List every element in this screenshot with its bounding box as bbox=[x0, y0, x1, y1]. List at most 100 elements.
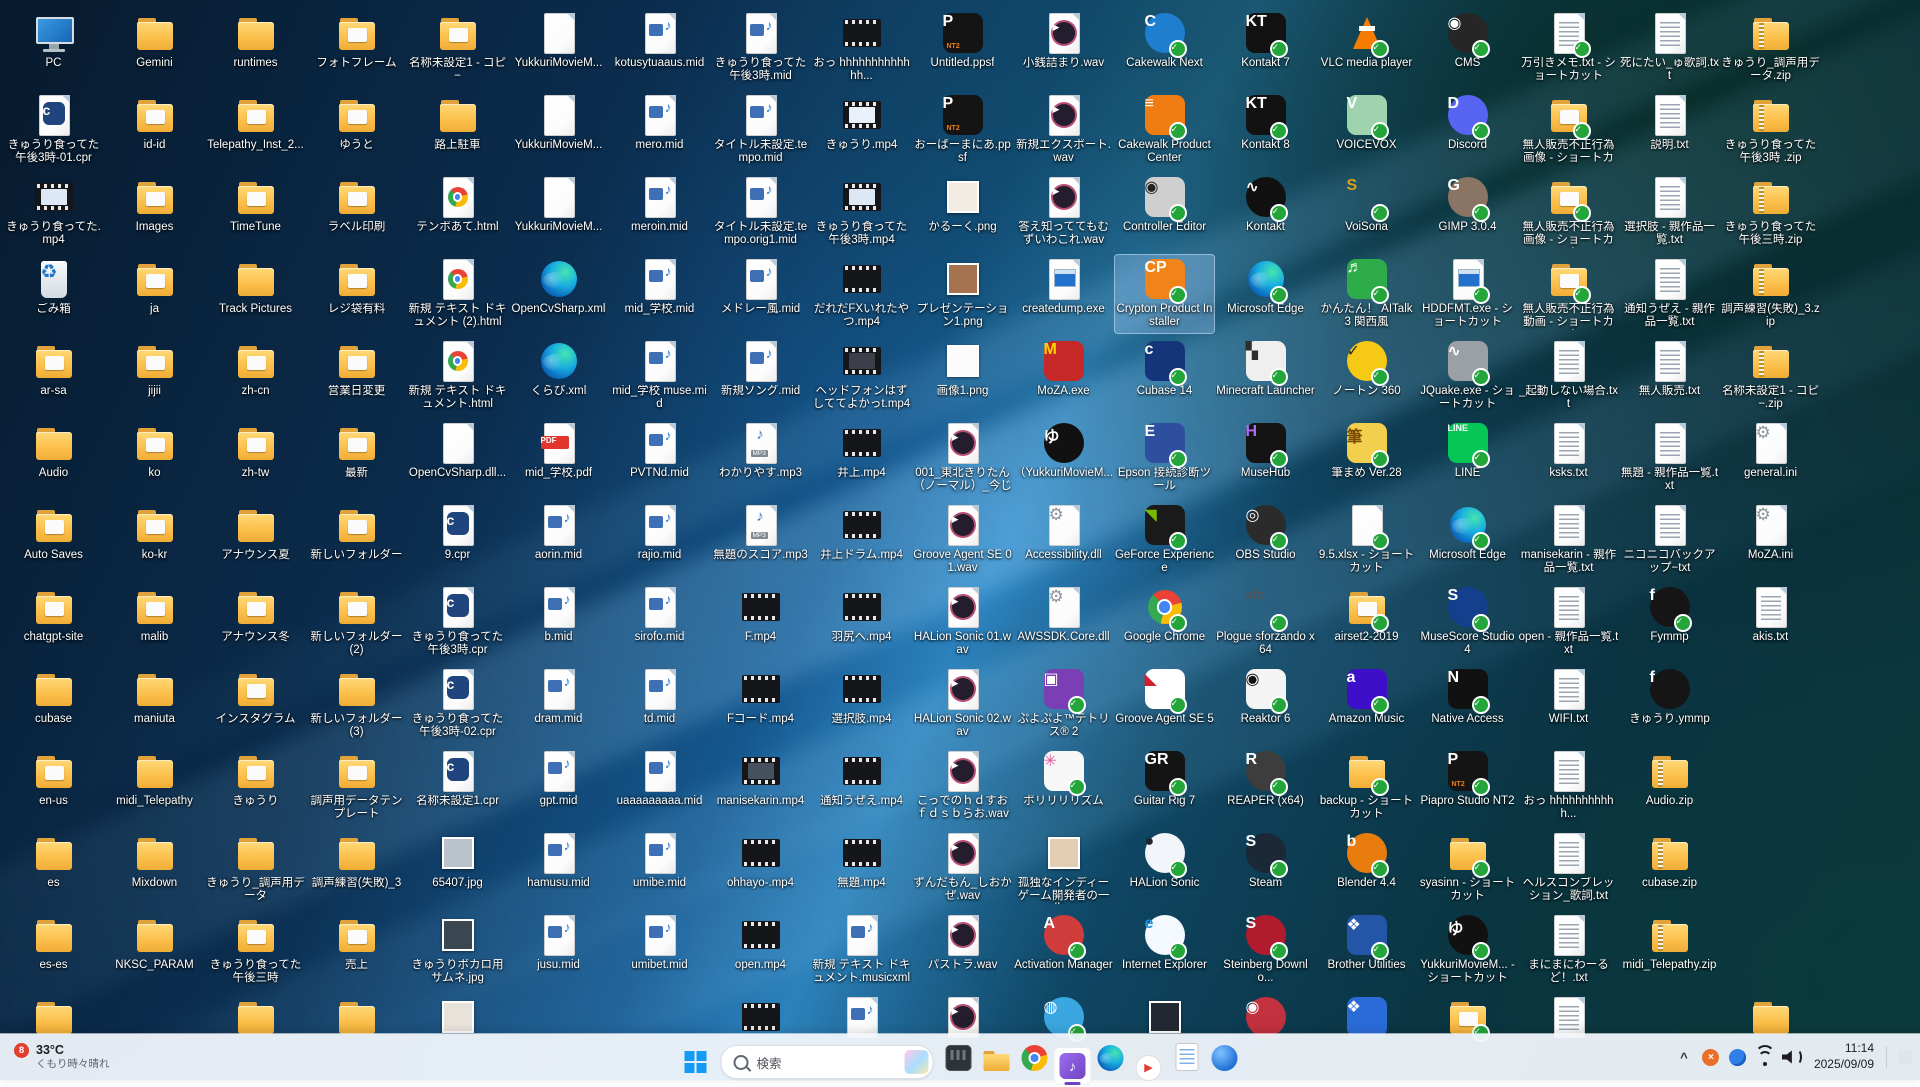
desktop-icon[interactable]: G✓GIMP 3.0.4 bbox=[1417, 172, 1518, 252]
purple-music-app-taskbar-button[interactable]: ♪ bbox=[1054, 1047, 1092, 1085]
desktop-icon[interactable]: ♪umibet.mid bbox=[609, 910, 710, 990]
desktop-icon[interactable]: きゅうり食ってた午後3時.mp4 bbox=[811, 172, 912, 252]
desktop-icon[interactable]: 井上.mp4 bbox=[811, 418, 912, 498]
desktop-icon[interactable]: 営業日変更 bbox=[306, 336, 407, 416]
desktop-icon[interactable]: sfz✓Plogue sforzando x64 bbox=[1215, 582, 1316, 662]
desktop-icon[interactable]: ✓HDDFMT.exe - ショートカット bbox=[1417, 254, 1518, 334]
desktop-icon[interactable]: ✓Microsoft Edge bbox=[1417, 500, 1518, 580]
desktop-icon[interactable]: ▶HALion Sonic 02.wav bbox=[912, 664, 1013, 744]
desktop-icon[interactable]: ♪mid_学校.mid bbox=[609, 254, 710, 334]
desktop-icon[interactable]: R✓REAPER (x64) bbox=[1215, 746, 1316, 826]
desktop-icon[interactable]: ♪kotusytuaaus.mid bbox=[609, 8, 710, 88]
desktop-icon[interactable]: ●✓HALion Sonic bbox=[1114, 828, 1215, 908]
desktop-icon[interactable]: 売上 bbox=[306, 910, 407, 990]
desktop-icon[interactable]: ヘルスコンブレッション_歌詞.txt bbox=[1518, 828, 1619, 908]
desktop-icon[interactable]: ✓airset2-2019 bbox=[1316, 582, 1417, 662]
desktop-icon[interactable]: ✓無人販売不正行為 動画 - ショートカット bbox=[1518, 254, 1619, 334]
desktop-icon[interactable]: 通知うぜえ - 親作品一覧.txt bbox=[1619, 254, 1720, 334]
desktop-icon[interactable]: ♪dram.mid bbox=[508, 664, 609, 744]
desktop-icon[interactable]: ♪タイトル未設定.tempo.orig1.mid bbox=[710, 172, 811, 252]
desktop-icon[interactable]: 名称未設定1 - コピ−.zip bbox=[1720, 336, 1821, 416]
desktop-icon[interactable]: midi_Telepathy.zip bbox=[1619, 910, 1720, 990]
desktop-icon[interactable]: アナウンス夏 bbox=[205, 500, 306, 580]
desktop-icon[interactable]: MMoZA.exe bbox=[1013, 336, 1114, 416]
desktop-icon[interactable]: createdump.exe bbox=[1013, 254, 1114, 334]
orange-app-tray-icon[interactable]: × bbox=[1701, 1047, 1721, 1067]
desktop-icon[interactable]: Audio.zip bbox=[1619, 746, 1720, 826]
desktop-icon[interactable]: くらび.xml bbox=[508, 336, 609, 416]
chevron-up-icon[interactable]: ^ bbox=[1674, 1047, 1694, 1067]
desktop-icon[interactable]: en-us bbox=[3, 746, 104, 826]
desktop-icon[interactable]: KT✓Kontakt 8 bbox=[1215, 90, 1316, 170]
desktop-icon[interactable]: ▶Groove Agent SE 01.wav bbox=[912, 500, 1013, 580]
desktop-icon[interactable]: cきゅうり食ってた午後3時.cpr bbox=[407, 582, 508, 662]
desktop-icon[interactable]: ♪新規 テキスト ドキュメント.musicxml bbox=[811, 910, 912, 990]
desktop-icon[interactable]: 無題 - 親作品一覧.txt bbox=[1619, 418, 1720, 498]
desktop-icon[interactable]: ⚙Accessibility.dll bbox=[1013, 500, 1114, 580]
desktop-icon[interactable]: ゆ（YukkuriMovieM... bbox=[1013, 418, 1114, 498]
desktop-icon[interactable]: ⚙MoZA.ini bbox=[1720, 500, 1821, 580]
media-play-taskbar-button[interactable]: ▶ bbox=[1130, 1049, 1168, 1087]
desktop-icon[interactable]: ▶新規エクスポート.wav bbox=[1013, 90, 1114, 170]
desktop-icon[interactable]: 孤独なインディーゲーム開発者の一生... bbox=[1013, 828, 1114, 908]
desktop-icon[interactable]: cubase.zip bbox=[1619, 828, 1720, 908]
desktop-icon[interactable]: E✓Epson 接続診断ツール bbox=[1114, 418, 1215, 498]
desktop-icon[interactable]: 羽尻へ.mp4 bbox=[811, 582, 912, 662]
desktop-icon[interactable]: 最新 bbox=[306, 418, 407, 498]
desktop-icon[interactable]: ✓無人販売不正行為 画像 - ショートカッ... bbox=[1518, 90, 1619, 170]
desktop-icon[interactable]: ヘッドフォンはずしててよかっt.mp4 bbox=[811, 336, 912, 416]
desktop-icon[interactable]: chatgpt-site bbox=[3, 582, 104, 662]
desktop-icon[interactable]: ✓✓ノートン 360 bbox=[1316, 336, 1417, 416]
desktop-icon[interactable]: きゅうり食ってた.mp4 bbox=[3, 172, 104, 252]
desktop-icon[interactable]: ✓syasinn - ショートカット bbox=[1417, 828, 1518, 908]
desktop-icon[interactable]: 通知うぜえ.mp4 bbox=[811, 746, 912, 826]
desktop-icon[interactable]: きゅうり食ってた午後3時 .zip bbox=[1720, 90, 1821, 170]
desktop-icon[interactable]: 筆✓筆まめ Ver.28 bbox=[1316, 418, 1417, 498]
desktop-icon[interactable]: 名称未設定1 - コピ− bbox=[407, 8, 508, 88]
desktop-icon[interactable]: ✓Microsoft Edge bbox=[1215, 254, 1316, 334]
desktop-icon[interactable]: ❖✓Brother Utilities bbox=[1316, 910, 1417, 990]
desktop-icon[interactable]: ゆうと bbox=[306, 90, 407, 170]
desktop-icon[interactable]: YukkuriMovieM... bbox=[508, 8, 609, 88]
desktop-icon[interactable]: zh-tw bbox=[205, 418, 306, 498]
desktop-icon[interactable]: Mixdown bbox=[104, 828, 205, 908]
desktop-icon[interactable]: es bbox=[3, 828, 104, 908]
desktop-icon[interactable]: S✓VoiSona bbox=[1316, 172, 1417, 252]
desktop-icon[interactable]: 選択肢.mp4 bbox=[811, 664, 912, 744]
desktop-icon[interactable]: ◉✓Reaktor 6 bbox=[1215, 664, 1316, 744]
desktop-icon[interactable]: ▶HALion Sonic 01.wav bbox=[912, 582, 1013, 662]
desktop-icon[interactable]: id-id bbox=[104, 90, 205, 170]
desktop-icon[interactable]: ニコニコバックアップ−txt bbox=[1619, 500, 1720, 580]
desktop-icon[interactable]: _起動しない場合.txt bbox=[1518, 336, 1619, 416]
desktop-icon[interactable]: 新規 テキスト ドキュメント.html bbox=[407, 336, 508, 416]
desktop-icon[interactable]: PDFmid_学校.pdf bbox=[508, 418, 609, 498]
desktop-icon[interactable]: ⚙AWSSDK.Core.dll bbox=[1013, 582, 1114, 662]
volume-icon[interactable] bbox=[1782, 1047, 1802, 1067]
desktop-icon[interactable]: e✓Internet Explorer bbox=[1114, 910, 1215, 990]
desktop-icon[interactable]: アナウンス冬 bbox=[205, 582, 306, 662]
desktop-icon[interactable]: PNT2おーばーまにあ.ppsf bbox=[912, 90, 1013, 170]
desktop-icon[interactable]: F.mp4 bbox=[710, 582, 811, 662]
desktop-icon[interactable]: cきゅうり食ってた午後3時-02.cpr bbox=[407, 664, 508, 744]
desktop-icon[interactable]: 新しいフォルダー (2) bbox=[306, 582, 407, 662]
desktop-icon[interactable]: きゅうり食ってた午後三時 bbox=[205, 910, 306, 990]
desktop-icon[interactable]: きゅうりボカロ用サムネ.jpg bbox=[407, 910, 508, 990]
desktop-icon[interactable]: D✓Discord bbox=[1417, 90, 1518, 170]
desktop-icon[interactable]: ▶パストラ.wav bbox=[912, 910, 1013, 990]
desktop-icon[interactable]: ♪mid_学校 muse.mid bbox=[609, 336, 710, 416]
desktop-icon[interactable]: YukkuriMovieM... bbox=[508, 90, 609, 170]
desktop-icon[interactable]: テンポあて.html bbox=[407, 172, 508, 252]
desktop-icon[interactable]: Auto Saves bbox=[3, 500, 104, 580]
desktop-icon[interactable]: c9.cpr bbox=[407, 500, 508, 580]
desktop-icon[interactable]: C✓Cakewalk Next bbox=[1114, 8, 1215, 88]
chrome-taskbar-button[interactable] bbox=[1016, 1039, 1054, 1077]
desktop-icon[interactable]: きゅうり食ってた午後三時.zip bbox=[1720, 172, 1821, 252]
file-explorer-taskbar-button[interactable] bbox=[978, 1042, 1016, 1080]
desktop-icon[interactable]: ♪mero.mid bbox=[609, 90, 710, 170]
desktop-icon[interactable]: cきゅうり食ってた午後3時-01.cpr bbox=[3, 90, 104, 170]
desktop-icon[interactable]: open.mp4 bbox=[710, 910, 811, 990]
desktop-icon[interactable]: NKSC_PARAM bbox=[104, 910, 205, 990]
desktop-icon[interactable]: レジ袋有料 bbox=[306, 254, 407, 334]
desktop-icon[interactable]: ✓Google Chrome bbox=[1114, 582, 1215, 662]
desktop-icon[interactable]: LINE✓LINE bbox=[1417, 418, 1518, 498]
